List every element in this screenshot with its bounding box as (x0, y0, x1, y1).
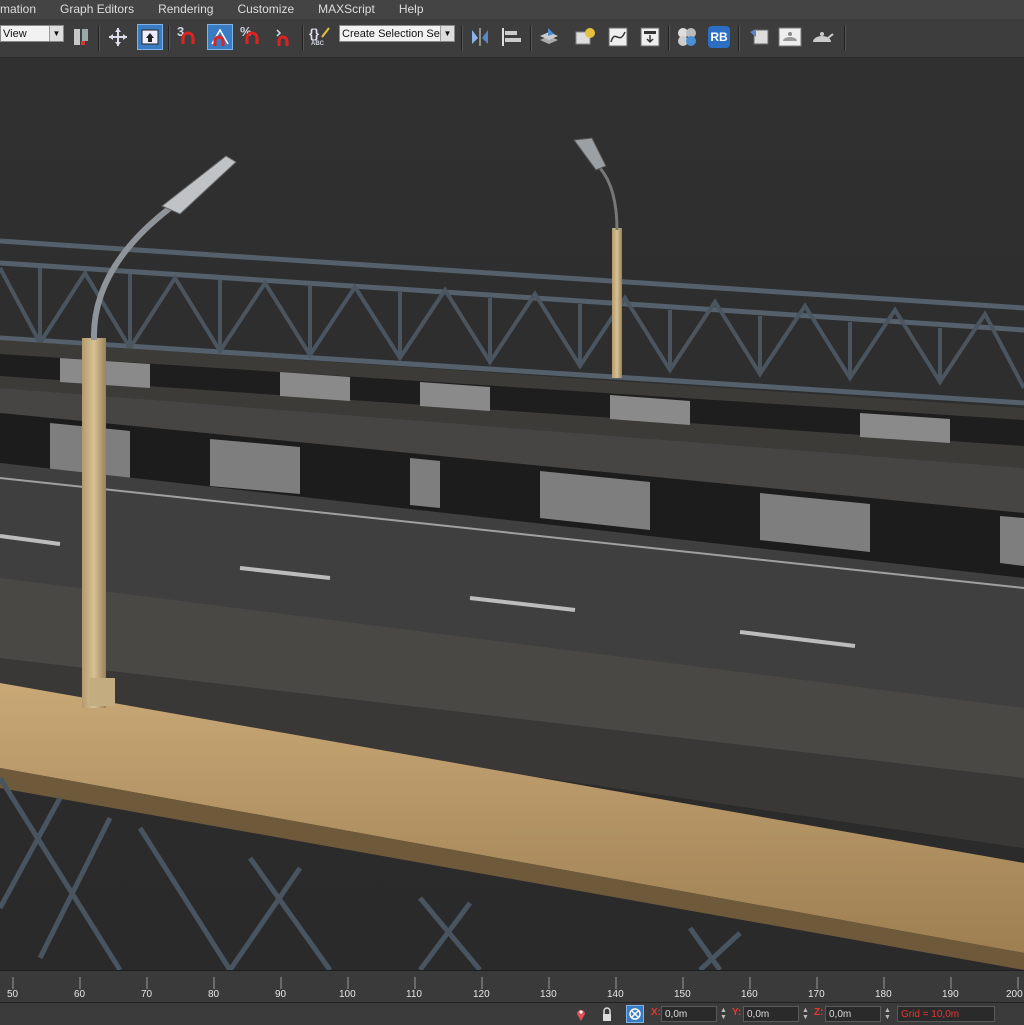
y-coordinate-spinner[interactable]: ▲ ▼ (802, 1007, 809, 1021)
grid-size-readout: Grid = 10,0m (897, 1006, 995, 1022)
timeline-ticks (12, 977, 1019, 989)
timeline-tick-label: 100 (339, 989, 356, 1000)
reference-coordinate-value: View (3, 28, 27, 40)
timeline-tick-label: 120 (473, 989, 490, 1000)
main-toolbar: View ▼ 3 % {} ABC Create Selection Se ▼ (0, 19, 1024, 58)
bridge-scene-render (0, 58, 1024, 970)
selection-lock-icon[interactable] (598, 1005, 616, 1023)
svg-text:{}: {} (309, 26, 319, 41)
timeline-ruler[interactable]: 50 60 70 80 90 100 110 120 130 140 150 1… (0, 970, 1024, 1003)
toolbar-separator (98, 25, 100, 51)
timeline-tick-label: 200 (1006, 989, 1023, 1000)
rb-label: RB (708, 26, 730, 48)
toolbar-separator (668, 25, 670, 51)
edit-named-sets-abc-label: ABC (311, 41, 324, 47)
keyboard-shortcut-override-icon[interactable] (137, 24, 163, 50)
named-selection-sets-dropdown[interactable]: Create Selection Se ▼ (339, 25, 455, 42)
reference-coordinate-dropdown[interactable]: View ▼ (0, 25, 64, 42)
snaps-toggle-icon[interactable]: 3 (174, 24, 200, 50)
material-editor-icon[interactable] (674, 24, 700, 50)
timeline-tick-label: 70 (141, 989, 153, 1000)
timeline-tick-label: 140 (607, 989, 624, 1000)
schematic-view-icon[interactable] (637, 24, 663, 50)
toolbar-separator (738, 25, 740, 51)
toolbar-separator (461, 25, 463, 51)
align-icon[interactable] (498, 24, 524, 50)
timeline-tick-label: 160 (741, 989, 758, 1000)
timeline-tick-label: 150 (674, 989, 691, 1000)
timeline-tick-label: 130 (540, 989, 557, 1000)
menu-maxscript[interactable]: MAXScript (306, 0, 387, 19)
pivot-center-icon[interactable] (68, 24, 94, 50)
mirror-icon[interactable] (467, 24, 493, 50)
layer-manager-icon[interactable] (536, 24, 562, 50)
isolate-selection-icon[interactable] (572, 1005, 590, 1023)
rb-plugin-button[interactable]: RB (706, 24, 732, 50)
absolute-mode-transform-icon[interactable] (626, 1005, 644, 1023)
select-and-manipulate-icon[interactable] (105, 24, 131, 50)
toolbar-separator (302, 25, 304, 51)
menu-help[interactable]: Help (387, 0, 436, 19)
z-axis-label: Z: (814, 1007, 824, 1018)
z-coordinate-spinner[interactable]: ▲ ▼ (884, 1007, 891, 1021)
timeline-tick-label: 170 (808, 989, 825, 1000)
rendered-frame-window-icon[interactable] (777, 24, 803, 50)
edit-named-selection-sets-icon[interactable]: {} ABC (307, 24, 333, 50)
toolbar-separator (530, 25, 532, 51)
timeline-tick-label: 110 (406, 989, 422, 1000)
menu-bar: mation Graph Editors Rendering Customize… (0, 0, 1024, 19)
percent-snap-toggle-icon[interactable]: % (238, 24, 264, 50)
render-setup-icon[interactable] (746, 24, 772, 50)
menu-rendering[interactable]: Rendering (146, 0, 225, 19)
spinner-snap-toggle-icon[interactable] (271, 24, 297, 50)
menu-customize[interactable]: Customize (225, 0, 306, 19)
named-selection-sets-value: Create Selection Se (342, 28, 440, 40)
y-coordinate-field[interactable]: 0,0m (743, 1006, 799, 1022)
status-bar: X: 0,0m ▲ ▼ Y: 0,0m ▲ ▼ Z: 0,0m ▲ ▼ Grid = … (0, 1002, 1024, 1025)
timeline-tick-label: 80 (208, 989, 220, 1000)
x-coordinate-field[interactable]: 0,0m (661, 1006, 717, 1022)
curve-editor-icon[interactable] (605, 24, 631, 50)
toggle-scene-explorer-icon[interactable] (572, 24, 598, 50)
timeline-tick-label: 190 (942, 989, 959, 1000)
z-coordinate-field[interactable]: 0,0m (825, 1006, 881, 1022)
chevron-down-icon: ▼ (440, 26, 454, 41)
x-coordinate-spinner[interactable]: ▲ ▼ (720, 1007, 727, 1021)
angle-snap-toggle-icon[interactable] (207, 24, 233, 50)
toolbar-separator (168, 25, 170, 51)
toolbar-separator (844, 25, 846, 51)
menu-graph-editors[interactable]: Graph Editors (48, 0, 146, 19)
perspective-viewport[interactable] (0, 58, 1024, 970)
timeline-tick-label: 90 (275, 989, 287, 1000)
timeline-tick-label: 180 (875, 989, 892, 1000)
y-axis-label: Y: (732, 1007, 742, 1018)
x-axis-label: X: (651, 1007, 661, 1018)
timeline-tick-label: 60 (74, 989, 86, 1000)
menu-animation[interactable]: mation (0, 0, 48, 19)
chevron-down-icon: ▼ (49, 26, 63, 41)
timeline-tick-label: 50 (7, 989, 19, 1000)
render-production-icon[interactable] (809, 24, 835, 50)
